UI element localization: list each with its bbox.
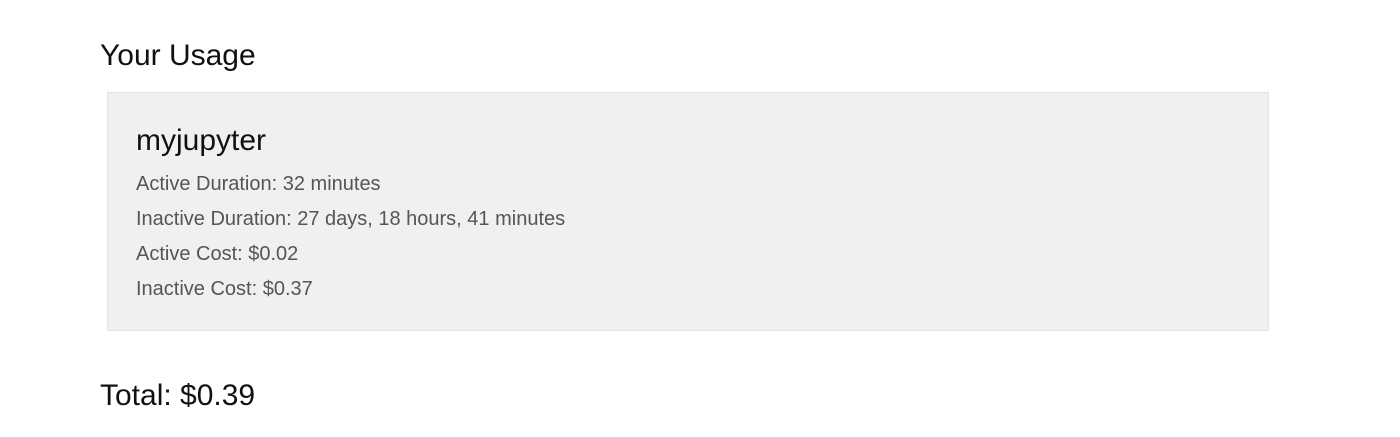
- active-cost: Active Cost: $0.02: [136, 243, 299, 265]
- active-duration: Active Duration: 32 minutes: [136, 173, 381, 195]
- inactive-duration: Inactive Duration: 27 days, 18 hours, 41…: [136, 208, 566, 230]
- page-title: Your Usage: [100, 39, 256, 72]
- inactive-cost: Inactive Cost: $0.37: [136, 278, 313, 300]
- usage-details: Active Duration: 32 minutes Inactive Dur…: [136, 167, 565, 307]
- server-name: myjupyter: [136, 124, 267, 157]
- total-cost: Total: $0.39: [100, 379, 256, 412]
- usage-card: myjupyter Active Duration: 32 minutes In…: [107, 92, 1269, 331]
